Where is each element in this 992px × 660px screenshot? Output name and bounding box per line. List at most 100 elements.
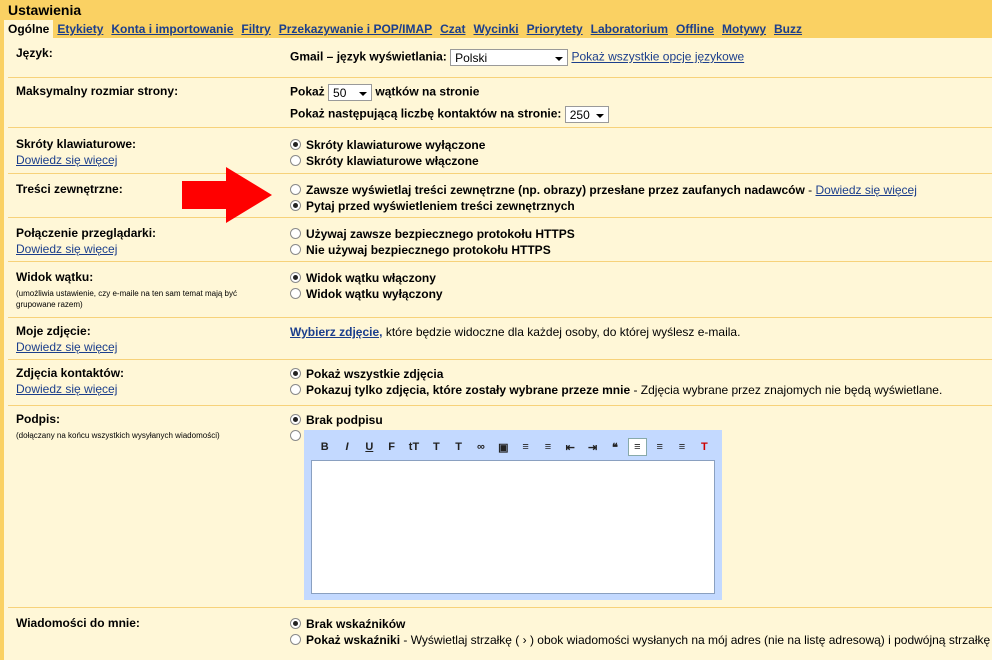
show-all-languages-link[interactable]: Pokaż wszystkie opcje językowe <box>571 50 744 64</box>
shortcuts-learn-more-link[interactable]: Dowiedz się więcej <box>16 153 276 167</box>
align-center-icon[interactable]: ≡ <box>650 438 669 456</box>
align-left-icon[interactable]: ≡ <box>627 438 647 456</box>
separator: - <box>804 183 816 197</box>
thread-view-description: (umożliwia ustawienie, czy e-maile na te… <box>16 289 237 309</box>
numbered-list-icon[interactable]: ≡ <box>516 438 535 456</box>
page-title: Ustawienia <box>8 2 82 18</box>
shortcuts-on-radio[interactable] <box>290 155 301 166</box>
https-never-label: Nie używaj bezpiecznego protokołu HTTPS <box>306 243 551 257</box>
indent-more-icon[interactable]: ⇥ <box>583 438 602 456</box>
connection-learn-more-link[interactable]: Dowiedz się więcej <box>16 242 276 256</box>
tab-chat[interactable]: Czat <box>436 20 469 38</box>
language-prefix: Gmail – język wyświetlania: <box>290 49 447 64</box>
quote-icon[interactable]: ❝ <box>605 438 624 456</box>
tab-labs[interactable]: Laboratorium <box>587 20 672 38</box>
chevron-down-icon <box>359 92 368 96</box>
contact-pictures-learn-more-link[interactable]: Dowiedz się więcej <box>16 382 276 396</box>
indicators-show-radio[interactable] <box>290 634 301 645</box>
indicators-none-label: Brak wskaźników <box>306 617 406 631</box>
contacts-per-page-value: 250 <box>569 108 590 122</box>
threads-per-page-value: 50 <box>333 86 347 100</box>
section-language: Język: Gmail – język wyświetlania: Polsk… <box>8 46 992 78</box>
bulleted-list-icon[interactable]: ≡ <box>538 438 557 456</box>
page-size-show: Pokaż <box>290 84 325 99</box>
font-icon[interactable]: F <box>382 438 401 456</box>
contact-pictures-all-radio[interactable] <box>290 368 301 379</box>
tab-general[interactable]: Ogólne <box>4 20 54 38</box>
contact-pictures-chosen-desc: - Zdjęcia wybrane przez znajomych nie bę… <box>630 383 943 397</box>
thread-view-off-radio[interactable] <box>290 288 301 299</box>
tab-forwarding[interactable]: Przekazywanie i POP/IMAP <box>275 20 436 38</box>
align-right-icon[interactable]: ≡ <box>672 438 691 456</box>
section-contact-pictures: Zdjęcia kontaktów: Dowiedz się więcej Po… <box>8 360 992 406</box>
tab-buzz[interactable]: Buzz <box>770 20 806 38</box>
tab-labels[interactable]: Etykiety <box>53 20 107 38</box>
thread-view-label: Widok wątku: <box>16 270 94 284</box>
thread-view-on-label: Widok wątku włączony <box>306 271 436 285</box>
page-size-label: Maksymalny rozmiar strony: <box>16 84 179 98</box>
signature-custom-radio[interactable] <box>290 430 301 441</box>
tab-themes[interactable]: Motywy <box>718 20 770 38</box>
highlight-icon[interactable]: T <box>449 438 468 456</box>
section-external-content: Treści zewnętrzne: Zawsze wyświetlaj tre… <box>8 174 992 218</box>
section-thread-view: Widok wątku: (umożliwia ustawienie, czy … <box>8 262 992 318</box>
indent-less-icon[interactable]: ⇤ <box>561 438 580 456</box>
https-always-label: Używaj zawsze bezpiecznego protokołu HTT… <box>306 227 575 241</box>
thread-view-off-label: Widok wątku wyłączony <box>306 287 443 301</box>
signature-editor: B I U FtT T T ∞ ▣ ≡ ≡ ⇤ ⇥ ❝ ≡ ≡ ≡ T <box>304 430 722 600</box>
signature-none-radio[interactable] <box>290 414 301 425</box>
shortcuts-off-label: Skróty klawiaturowe wyłączone <box>306 138 486 152</box>
external-ask-radio[interactable] <box>290 200 301 211</box>
external-always-radio[interactable] <box>290 184 301 195</box>
editor-toolbar: B I U FtT T T ∞ ▣ ≡ ≡ ⇤ ⇥ ❝ ≡ ≡ ≡ T <box>309 435 717 459</box>
indicators-none-radio[interactable] <box>290 618 301 629</box>
section-shortcuts: Skróty klawiaturowe: Dowiedz się więcej … <box>8 128 992 174</box>
threads-per-page-select[interactable]: 50 <box>328 84 373 101</box>
external-always-label: Zawsze wyświetlaj treści zewnętrzne (np.… <box>306 183 805 197</box>
font-size-icon[interactable]: tT <box>404 438 423 456</box>
external-learn-more-link[interactable]: Dowiedz się więcej <box>816 183 917 197</box>
my-picture-text: które będzie widoczne dla każdej osoby, … <box>382 325 741 339</box>
bold-icon[interactable]: B <box>315 438 334 456</box>
title-bar: Ustawienia <box>4 0 992 20</box>
tab-filters[interactable]: Filtry <box>237 20 274 38</box>
external-ask-label: Pytaj przed wyświetleniem treści zewnętr… <box>306 199 575 213</box>
indicators-show-desc: - Wyświetlaj strzałkę ( › ) obok wiadomo… <box>403 633 990 647</box>
section-page-size: Maksymalny rozmiar strony: Pokaż 50 wątk… <box>8 78 992 128</box>
language-select[interactable]: Polski <box>450 49 569 66</box>
shortcuts-label: Skróty klawiaturowe: <box>16 137 137 151</box>
my-picture-learn-more-link[interactable]: Dowiedz się więcej <box>16 340 276 354</box>
contact-pictures-chosen-radio[interactable] <box>290 384 301 395</box>
language-value: Polski <box>455 51 488 65</box>
shortcuts-off-radio[interactable] <box>290 139 301 150</box>
tab-priority[interactable]: Priorytety <box>523 20 587 38</box>
image-icon[interactable]: ▣ <box>494 438 513 456</box>
choose-picture-link[interactable]: Wybierz zdjęcie, <box>290 325 382 339</box>
section-browser-connection: Połączenie przeglądarki: Dowiedz się wię… <box>8 218 992 262</box>
https-always-radio[interactable] <box>290 228 301 239</box>
signature-label: Podpis: <box>16 412 60 426</box>
tab-web-clips[interactable]: Wycinki <box>469 20 522 38</box>
signature-text-area[interactable] <box>311 460 715 594</box>
contacts-per-page-select[interactable]: 250 <box>564 106 609 123</box>
settings-frame: Ustawienia Ogólne Etykiety Konta i importo… <box>0 0 992 660</box>
link-icon[interactable]: ∞ <box>471 438 490 456</box>
chevron-down-icon <box>595 114 604 118</box>
contact-pictures-chosen-label: Pokazuj tylko zdjęcia, które zostały wyb… <box>306 383 631 397</box>
red-arrow-icon <box>182 167 272 223</box>
language-label: Język: <box>16 46 53 60</box>
https-never-radio[interactable] <box>290 244 301 255</box>
signature-description: (dołączany na końcu wszystkich wysyłanyc… <box>16 431 220 440</box>
tab-accounts[interactable]: Konta i importowanie <box>107 20 237 38</box>
settings-tabs: Ogólne Etykiety Konta i importowanie Filtry… <box>4 20 992 38</box>
shortcuts-on-label: Skróty klawiaturowe włączone <box>306 154 479 168</box>
italic-icon[interactable]: I <box>337 438 356 456</box>
thread-view-on-radio[interactable] <box>290 272 301 283</box>
remove-formatting-icon[interactable]: T <box>695 438 714 456</box>
tab-offline[interactable]: Offline <box>672 20 718 38</box>
text-color-icon[interactable]: T <box>427 438 446 456</box>
signature-none-label: Brak podpisu <box>306 413 383 427</box>
contact-pictures-all-label: Pokaż wszystkie zdjęcia <box>306 367 444 381</box>
underline-icon[interactable]: U <box>360 438 379 456</box>
contact-pictures-label: Zdjęcia kontaktów: <box>16 366 125 380</box>
